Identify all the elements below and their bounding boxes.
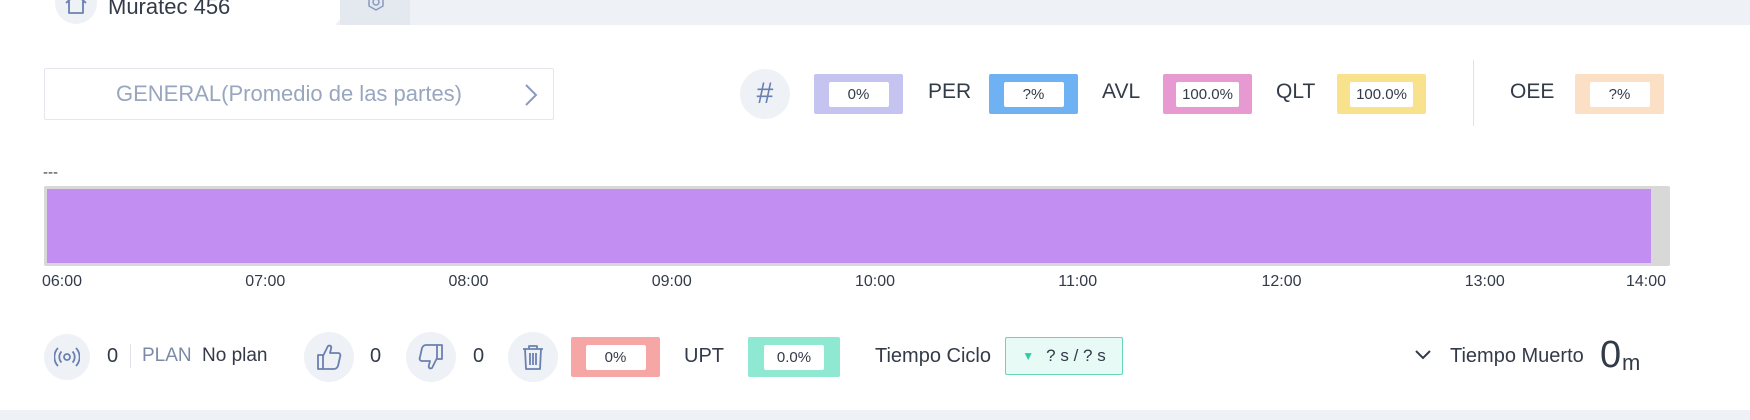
tab-title: Muratec 456 (108, 0, 231, 19)
per-value: ?% (1003, 81, 1064, 107)
good-parts-button[interactable] (304, 332, 354, 382)
signal-button[interactable] (44, 334, 90, 380)
timeline-tick: 14:00 (1626, 273, 1667, 290)
oee-value: ?% (1589, 81, 1650, 107)
part-selector[interactable]: GENERAL(Promedio de las partes) (44, 68, 554, 120)
oee-label: OEE (1510, 80, 1555, 103)
plan-divider (130, 344, 131, 368)
timeline-tick: 06:00 (42, 273, 83, 290)
timeline-tick: 08:00 (448, 273, 489, 290)
signal-count: 0 (107, 345, 119, 367)
qlt-label: QLT (1276, 80, 1316, 103)
scrap-button[interactable] (508, 332, 558, 382)
timeline-tick: 13:00 (1464, 273, 1505, 290)
good-parts-count: 0 (370, 345, 382, 367)
upt-label: UPT (684, 345, 724, 367)
cycle-time-value: ? s / ? s (1046, 346, 1106, 365)
scrap-value: 0% (585, 344, 646, 370)
signal-icon (54, 347, 80, 367)
count-icon: # (740, 69, 790, 119)
dead-time-value: 0 (1600, 334, 1622, 376)
timeline-tick: 12:00 (1261, 273, 1302, 290)
upt-value: 0.0% (764, 344, 824, 370)
page-bottom-strip (0, 410, 1750, 420)
scrap-box: 0% (571, 337, 660, 377)
cycle-time-label: Tiempo Ciclo (875, 345, 991, 367)
bad-parts-button[interactable] (406, 332, 456, 382)
count-percent-box: 0% (814, 74, 903, 114)
oee-box: ?% (1575, 74, 1664, 114)
cycle-time-dropdown[interactable]: ▼ ? s / ? s (1005, 337, 1123, 375)
settings-hex-icon (368, 0, 384, 11)
thumbs-up-icon (317, 344, 342, 370)
dead-time-unit: m (1622, 350, 1641, 375)
chevron-down-icon[interactable] (1414, 349, 1432, 361)
qlt-value: 100.0% (1350, 81, 1413, 107)
bad-parts-count: 0 (473, 345, 485, 367)
timeline-tick: 10:00 (855, 273, 896, 290)
timeline-tick: 09:00 (651, 273, 692, 290)
upt-box: 0.0% (748, 337, 840, 377)
avl-label: AVL (1102, 80, 1141, 103)
qlt-box: 100.0% (1337, 74, 1426, 114)
per-box: ?% (989, 74, 1078, 114)
timeline-state-bar[interactable] (47, 189, 1651, 263)
triangle-down-icon: ▼ (1022, 349, 1035, 363)
timeline-tick: 07:00 (245, 273, 286, 290)
trash-icon (523, 345, 543, 370)
timeline-tick: 11:00 (1058, 273, 1098, 290)
plan-value: No plan (202, 345, 268, 366)
metrics-divider (1473, 60, 1474, 126)
timeline-header: --- (43, 164, 58, 181)
plan-label: PLAN (142, 345, 192, 366)
count-percent-value: 0% (828, 81, 889, 107)
avl-value: 100.0% (1176, 81, 1239, 107)
home-icon (65, 0, 87, 14)
part-selector-label: GENERAL(Promedio de las partes) (115, 81, 463, 106)
dead-time-label: Tiempo Muerto (1450, 345, 1584, 367)
avl-box: 100.0% (1163, 74, 1252, 114)
chevron-right-icon (525, 84, 538, 106)
per-label: PER (928, 80, 972, 103)
thumbs-down-icon (418, 344, 443, 370)
